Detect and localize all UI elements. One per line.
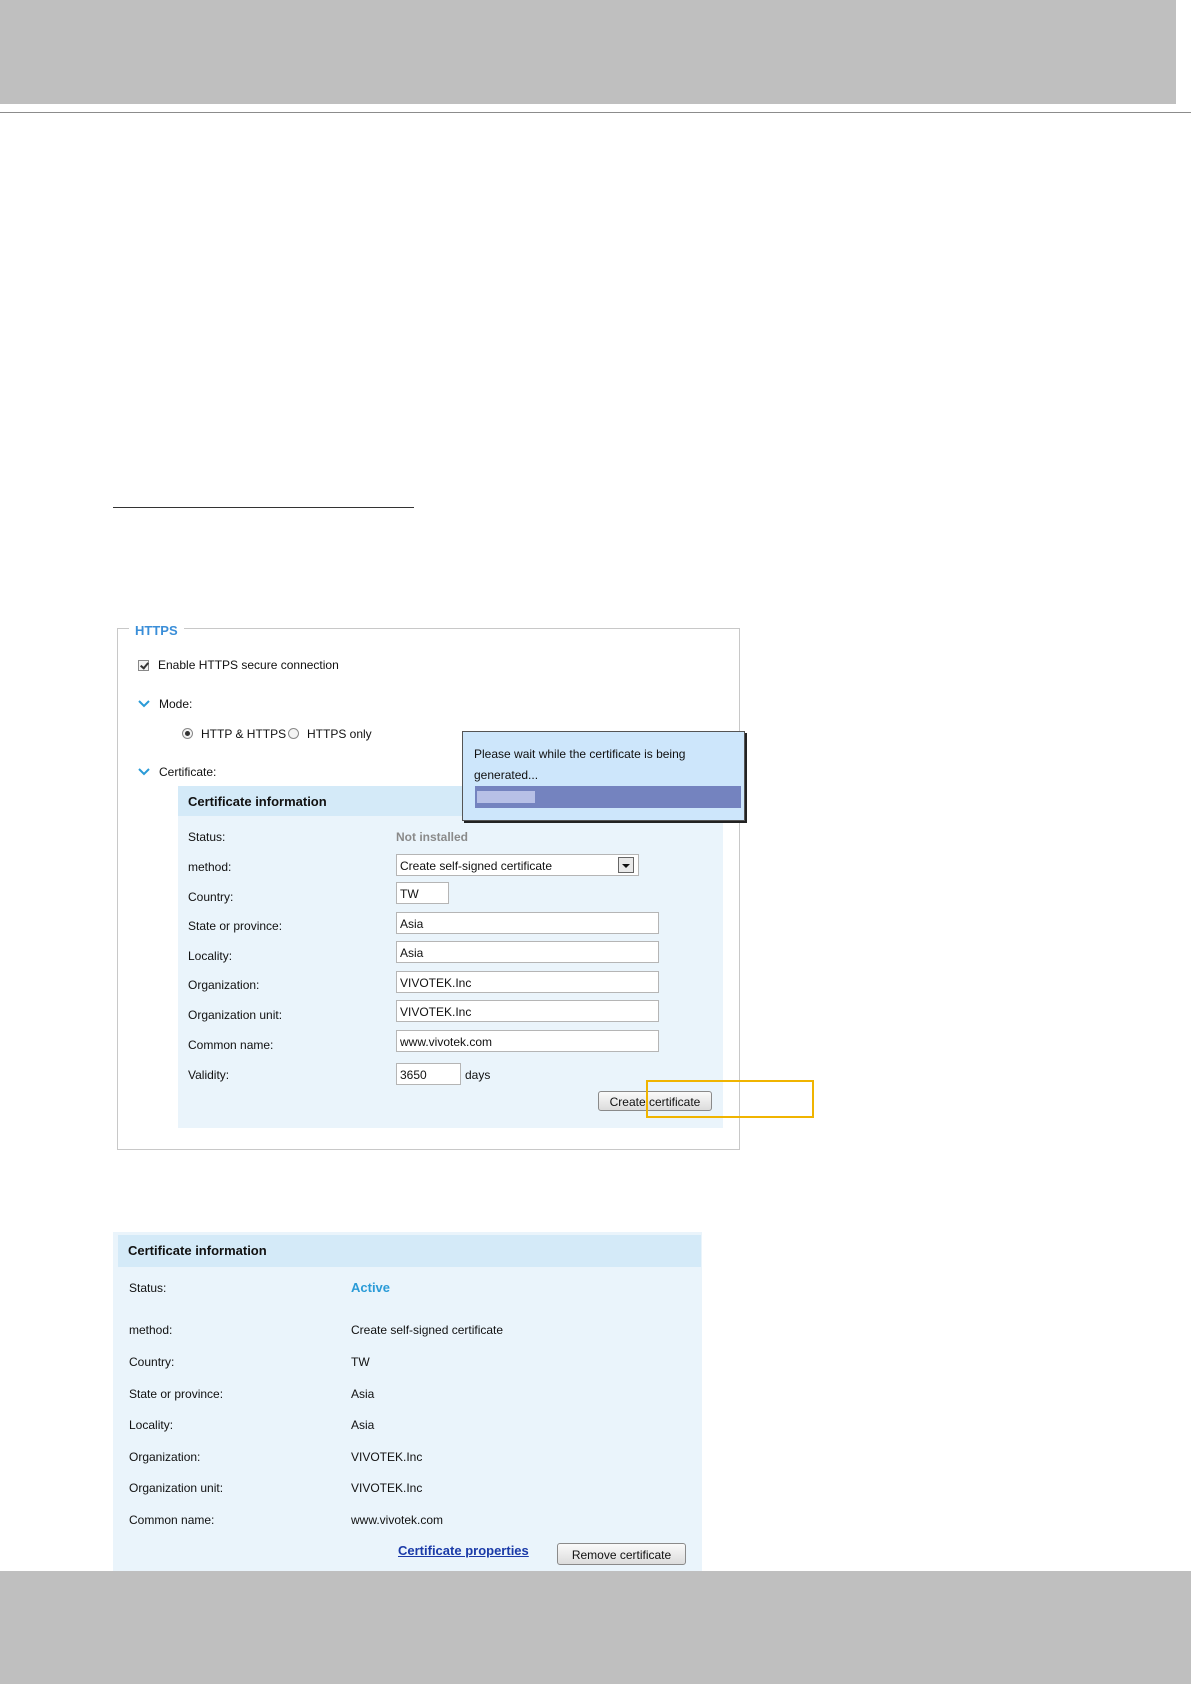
validity-input[interactable]: 3650 xyxy=(396,1063,461,1085)
chevron-down-icon[interactable] xyxy=(138,700,150,708)
info-organization-unit-value: VIVOTEK.Inc xyxy=(351,1481,423,1495)
status-label: Status: xyxy=(188,830,226,844)
page-edge xyxy=(1176,0,1191,1684)
info-country-label: Country: xyxy=(129,1355,175,1369)
info-organization-label: Organization: xyxy=(129,1450,201,1464)
section-rule xyxy=(113,507,414,508)
enable-https-label: Enable HTTPS secure connection xyxy=(158,658,339,672)
certificate-label: Certificate: xyxy=(159,765,217,779)
locality-input[interactable]: Asia xyxy=(396,941,659,963)
mode-radio-https-only[interactable] xyxy=(288,728,299,739)
organization-label: Organization: xyxy=(188,978,260,992)
state-label: State or province: xyxy=(188,919,283,933)
chevron-down-icon[interactable] xyxy=(618,857,634,873)
certificate-properties-link[interactable]: Certificate properties xyxy=(398,1543,529,1558)
info-state-value: Asia xyxy=(351,1387,375,1401)
info-locality-value: Asia xyxy=(351,1418,375,1432)
certificate-info-title: Certificate information xyxy=(128,1243,267,1258)
status-value: Not installed xyxy=(396,830,469,844)
info-common-name-value: www.vivotek.com xyxy=(351,1513,444,1527)
mode-label: Mode: xyxy=(159,697,193,711)
certificate-form-title: Certificate information xyxy=(188,794,327,809)
chevron-down-icon[interactable] xyxy=(138,768,150,776)
info-state-label: State or province: xyxy=(129,1387,224,1401)
info-locality-label: Locality: xyxy=(129,1418,174,1432)
info-status-value: Active xyxy=(351,1280,391,1295)
highlight-box xyxy=(646,1080,814,1118)
info-status-label: Status: xyxy=(129,1281,167,1295)
page-footer-band xyxy=(0,1571,1191,1684)
info-organization-value: VIVOTEK.Inc xyxy=(351,1450,423,1464)
validity-label: Validity: xyxy=(188,1068,230,1082)
certificate-info-panel xyxy=(113,1232,702,1580)
mode-option-http-https: HTTP & HTTPS xyxy=(201,727,287,741)
common-name-label: Common name: xyxy=(188,1038,274,1052)
mode-option-https-only: HTTPS only xyxy=(307,727,372,741)
locality-label: Locality: xyxy=(188,949,233,963)
progress-bar-fill xyxy=(477,791,535,803)
remove-certificate-button[interactable]: Remove certificate xyxy=(557,1543,686,1565)
info-country-value: TW xyxy=(351,1355,370,1369)
info-organization-unit-label: Organization unit: xyxy=(129,1481,224,1495)
country-label: Country: xyxy=(188,890,234,904)
info-common-name-label: Common name: xyxy=(129,1513,215,1527)
https-legend: HTTPS xyxy=(129,623,184,638)
validity-unit: days xyxy=(465,1068,491,1082)
mode-radio-http-https[interactable] xyxy=(182,728,193,739)
country-input[interactable]: TW xyxy=(396,882,449,904)
info-method-label: method: xyxy=(129,1323,173,1337)
organization-input[interactable]: VIVOTEK.Inc xyxy=(396,971,659,993)
common-name-input[interactable]: www.vivotek.com xyxy=(396,1030,659,1052)
page-header-band xyxy=(0,0,1191,104)
enable-https-checkbox[interactable] xyxy=(138,660,149,671)
organization-unit-label: Organization unit: xyxy=(188,1008,283,1022)
method-label: method: xyxy=(188,860,232,874)
state-input[interactable]: Asia xyxy=(396,912,659,934)
popup-message: Please wait while the certificate is bei… xyxy=(474,747,686,782)
method-select[interactable]: Create self-signed certificate xyxy=(396,854,639,876)
organization-unit-input[interactable]: VIVOTEK.Inc xyxy=(396,1000,659,1022)
info-method-value: Create self-signed certificate xyxy=(351,1323,504,1337)
header-rule xyxy=(0,112,1191,113)
